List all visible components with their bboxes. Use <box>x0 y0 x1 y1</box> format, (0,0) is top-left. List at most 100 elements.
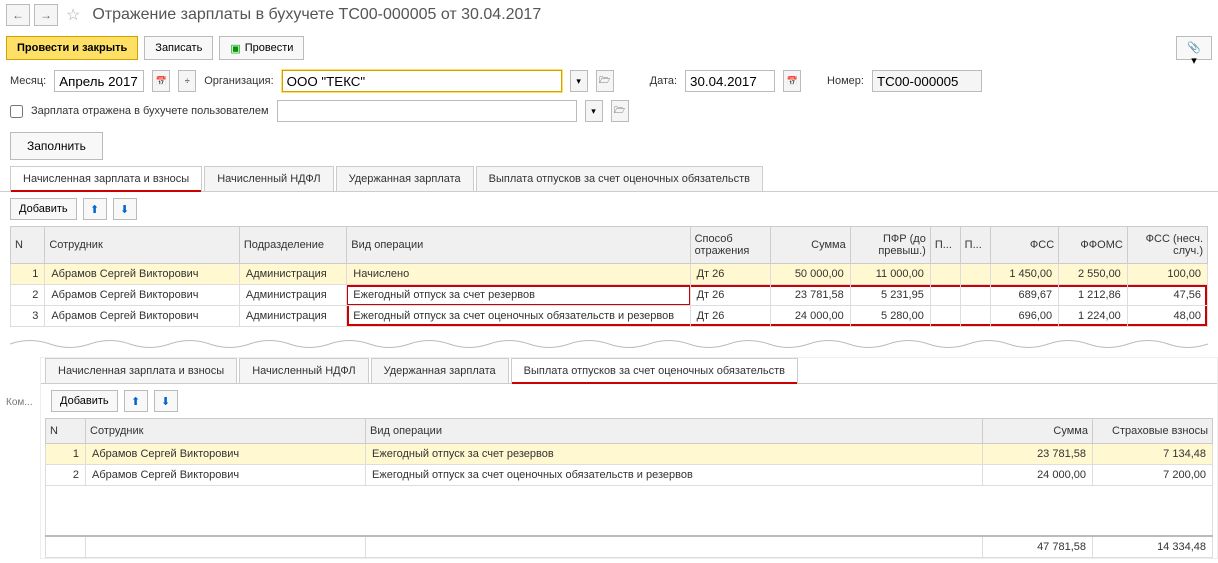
user-open-button[interactable]: 🗁 <box>611 100 629 122</box>
total-ins: 14 334,48 <box>1093 536 1213 558</box>
table-row[interactable]: 3 Абрамов Сергей Викторович Администраци… <box>11 306 1208 327</box>
table-row[interactable]: 2 Абрамов Сергей Викторович Администраци… <box>11 285 1208 306</box>
user-dropdown-button[interactable]: ▾ <box>585 100 603 122</box>
col-fssn[interactable]: ФСС (несч. случ.) <box>1127 227 1207 264</box>
user-reflected-label: Зарплата отражена в бухучете пользовател… <box>31 105 269 117</box>
cell-ffoms: 1 212,86 <box>1059 285 1128 306</box>
date-calendar-button[interactable]: 📅 <box>783 70 801 92</box>
number-input[interactable] <box>872 70 982 92</box>
cell-sum: 23 781,58 <box>983 444 1093 465</box>
col2-op[interactable]: Вид операции <box>366 419 983 444</box>
table-header-row: N Сотрудник Подразделение Вид операции С… <box>11 227 1208 264</box>
col-sum[interactable]: Сумма <box>770 227 850 264</box>
cell-pfr: 11 000,00 <box>850 264 930 285</box>
col2-sum[interactable]: Сумма <box>983 419 1093 444</box>
col-employee[interactable]: Сотрудник <box>45 227 240 264</box>
forward-button[interactable]: → <box>34 4 58 26</box>
side-label: Ком... <box>6 397 33 408</box>
form-row-1: Месяц: 📅 ÷ Организация: ▾ 🗁 Дата: 📅 Номе… <box>0 66 1218 96</box>
tab-salary-contrib[interactable]: Начисленная зарплата и взносы <box>10 166 202 191</box>
cell-ins: 7 134,48 <box>1093 444 1213 465</box>
cell-op: Ежегодный отпуск за счет резервов <box>347 285 690 306</box>
add-row-button-2[interactable]: Добавить <box>51 390 118 412</box>
cell-ffoms: 1 224,00 <box>1059 306 1128 327</box>
fill-button[interactable]: Заполнить <box>10 132 103 160</box>
cell-fss: 689,67 <box>990 285 1059 306</box>
cell-n: 2 <box>11 285 45 306</box>
col-pfr[interactable]: ПФР (до превыш.) <box>850 227 930 264</box>
date-input[interactable] <box>685 70 775 92</box>
cell-sum: 24 000,00 <box>770 306 850 327</box>
col-dept[interactable]: Подразделение <box>239 227 346 264</box>
move-down-button-2[interactable]: ⬇ <box>154 390 178 412</box>
add-row-button[interactable]: Добавить <box>10 198 77 220</box>
back-button[interactable]: ← <box>6 4 30 26</box>
tab-withheld[interactable]: Удержанная зарплата <box>336 166 474 191</box>
tabs-1: Начисленная зарплата и взносы Начисленны… <box>0 166 1218 192</box>
user-reflected-checkbox[interactable] <box>10 105 23 118</box>
tab-vacation-pay[interactable]: Выплата отпусков за счет оценочных обяза… <box>476 166 763 191</box>
col-refl[interactable]: Способ отражения <box>690 227 770 264</box>
cell-op: Ежегодный отпуск за счет оценочных обяза… <box>366 465 983 486</box>
table2-header-row: N Сотрудник Вид операции Сумма Страховые… <box>46 419 1213 444</box>
table2-row[interactable]: 2 Абрамов Сергей Викторович Ежегодный от… <box>46 465 1213 486</box>
col2-emp[interactable]: Сотрудник <box>86 419 366 444</box>
move-up-button-2[interactable]: ⬆ <box>124 390 148 412</box>
star-icon[interactable]: ☆ <box>66 5 80 25</box>
col-n[interactable]: N <box>11 227 45 264</box>
cell-p2 <box>960 306 990 327</box>
cell-p1 <box>930 306 960 327</box>
cell-p1 <box>930 285 960 306</box>
tab2-salary[interactable]: Начисленная зарплата и взносы <box>45 358 237 383</box>
cell-fssn: 48,00 <box>1127 306 1207 327</box>
number-label: Номер: <box>827 75 864 87</box>
table2-empty <box>46 486 1213 536</box>
tab2-withheld[interactable]: Удержанная зарплата <box>371 358 509 383</box>
org-label: Организация: <box>204 75 273 87</box>
org-input[interactable] <box>282 70 562 92</box>
cell-sum: 24 000,00 <box>983 465 1093 486</box>
cell-p1 <box>930 264 960 285</box>
cell-sum: 23 781,58 <box>770 285 850 306</box>
cell-n: 1 <box>11 264 45 285</box>
col-p1[interactable]: П... <box>930 227 960 264</box>
col-op[interactable]: Вид операции <box>347 227 690 264</box>
date-label: Дата: <box>650 75 677 87</box>
cell-dept: Администрация <box>239 306 346 327</box>
save-button[interactable]: Записать <box>144 36 213 60</box>
post-button[interactable]: ▣ Провести <box>219 36 304 60</box>
col-fss[interactable]: ФСС <box>990 227 1059 264</box>
col-p2[interactable]: П... <box>960 227 990 264</box>
post-close-button[interactable]: Провести и закрыть <box>6 36 138 60</box>
move-up-button[interactable]: ⬆ <box>83 198 107 220</box>
cell-refl: Дт 26 <box>690 264 770 285</box>
tab2-ndfl[interactable]: Начисленный НДФЛ <box>239 358 368 383</box>
month-stepper-button[interactable]: ÷ <box>178 70 196 92</box>
month-input[interactable] <box>54 70 144 92</box>
cell-pfr: 5 280,00 <box>850 306 930 327</box>
cell-p2 <box>960 264 990 285</box>
document-title: Отражение зарплаты в бухучете ТС00-00000… <box>92 6 541 24</box>
cell-emp: Абрамов Сергей Викторович <box>45 285 240 306</box>
attach-button[interactable]: 📎▾ <box>1176 36 1212 60</box>
table-salary: N Сотрудник Подразделение Вид операции С… <box>10 226 1208 327</box>
col2-ins[interactable]: Страховые взносы <box>1093 419 1213 444</box>
org-open-button[interactable]: 🗁 <box>596 70 614 92</box>
post-icon: ▣ <box>230 42 240 55</box>
table-vacation: N Сотрудник Вид операции Сумма Страховые… <box>45 418 1213 558</box>
month-calendar-button[interactable]: 📅 <box>152 70 170 92</box>
col-ffoms[interactable]: ФФОМС <box>1059 227 1128 264</box>
cell-emp: Абрамов Сергей Викторович <box>86 444 366 465</box>
tab2-vacation[interactable]: Выплата отпусков за счет оценочных обяза… <box>511 358 798 383</box>
org-dropdown-button[interactable]: ▾ <box>570 70 588 92</box>
cell-emp: Абрамов Сергей Викторович <box>45 306 240 327</box>
cell-n: 1 <box>46 444 86 465</box>
table1-toolbar: Добавить ⬆ ⬇ <box>0 192 1218 226</box>
move-down-button[interactable]: ⬇ <box>113 198 137 220</box>
table2-row[interactable]: 1 Абрамов Сергей Викторович Ежегодный от… <box>46 444 1213 465</box>
cell-fss: 1 450,00 <box>990 264 1059 285</box>
user-dropdown[interactable] <box>277 100 577 122</box>
table-row[interactable]: 1 Абрамов Сергей Викторович Администраци… <box>11 264 1208 285</box>
col2-n[interactable]: N <box>46 419 86 444</box>
tab-ndfl[interactable]: Начисленный НДФЛ <box>204 166 333 191</box>
